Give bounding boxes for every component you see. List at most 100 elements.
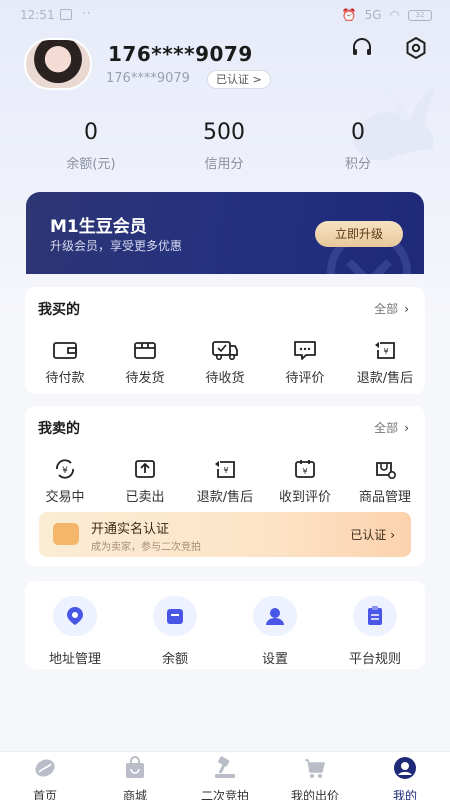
app-indicator-icon [60,9,72,20]
gavel-icon [215,756,235,778]
wifi-icon: ◠ [389,8,400,22]
tab-mine[interactable]: 我的 [360,756,450,800]
sell-item-label: 收到评价 [278,490,331,505]
stat-label: 信用分 [204,157,244,172]
signal-icon: 5G [364,8,382,22]
chevron-right-icon: › [404,302,409,316]
vip-subtitle: 升级会员，享受更多优惠 [50,239,183,253]
all-label: 全部 [374,302,399,316]
sell-all-link[interactable]: 全部 › [374,419,409,436]
sell-item-product-management[interactable]: 商品管理 [345,458,425,505]
status-bar: 12:51 ·· ⏰ 5G ◠ 32 [0,0,450,30]
svg-text:¥: ¥ [223,466,228,475]
sell-item-label: 商品管理 [358,490,411,505]
svg-text:¥: ¥ [62,466,68,476]
buy-item-label: 待评价 [285,371,325,386]
tab-label: 首页 [32,789,57,800]
sell-item-refund[interactable]: ¥ 退款/售后 [185,458,265,505]
sell-item-reviews[interactable]: ¥ 收到评价 [265,458,345,505]
avatar[interactable] [24,38,92,90]
wallet-icon [153,596,197,636]
location-icon [53,596,97,636]
upload-box-icon [135,460,155,478]
buy-item-pending-review[interactable]: 待评价 [265,339,345,386]
realname-verification-banner[interactable]: 开通实名认证 成为卖家，参与二次竞拍 已认证 › [39,512,411,557]
sell-item-label: 退款/售后 [196,490,254,505]
buy-item-label: 待收货 [205,371,245,386]
svg-text:¥: ¥ [302,467,307,476]
tab-label: 我的出价 [290,789,339,800]
stat-value: 500 [203,120,245,145]
tab-mall[interactable]: 商城 [90,756,180,800]
sell-item-label: 交易中 [45,490,85,505]
buy-item-label: 退款/售后 [356,371,414,386]
tool-label: 设置 [261,652,288,667]
bottom-tab-bar: 首页 商城 二次竞拍 我的出价 我的 [0,751,450,800]
status-dots: ·· [82,6,92,20]
truck-icon [212,341,238,361]
tab-home[interactable]: 首页 [0,756,90,800]
settings-icon[interactable] [404,36,428,60]
buy-item-pending-shipment[interactable]: 待发货 [105,339,185,386]
chevron-right-icon: › [404,421,409,435]
realname-status: 已认证 › [350,526,395,543]
buy-all-link[interactable]: 全部 › [374,300,409,317]
stat-credit[interactable]: 500 信用分 [179,120,269,172]
tool-settings[interactable]: 设置 [230,596,320,667]
buy-item-label: 待付款 [45,371,85,386]
sell-item-label: 已卖出 [125,490,165,505]
tools-card: 地址管理 余额 设置 平台规则 [25,581,425,669]
refund-icon: ¥ [375,342,395,359]
verified-badge[interactable]: 已认证 > [207,70,271,89]
vip-title: M1生豆会员 [50,217,147,237]
tool-platform-rules[interactable]: 平台规则 [330,596,420,667]
buy-orders-card: 我买的 全部 › 待付款 待发货 待收货 待评价 ¥ 退款/售后 [25,287,425,394]
system-icons: ⏰ 5G ◠ 32 [342,8,432,22]
stat-label: 余额(元) [66,157,116,172]
profile-icon [394,757,416,779]
sell-orders-card: 我卖的 全部 › ¥ 交易中 已卖出 ¥ 退款/售后 ¥ 收到评价 商品管理 开通… [25,406,425,566]
stat-balance[interactable]: 0 余额(元) [46,120,136,172]
bag-settings-icon [376,462,396,480]
stat-label: 积分 [344,157,371,172]
card-title: 我卖的 [38,421,80,437]
headset-icon[interactable] [350,36,374,60]
user-settings-icon [253,596,297,636]
card-title: 我买的 [38,302,80,318]
box-icon [134,342,156,359]
sell-item-sold[interactable]: 已卖出 [105,458,185,505]
sell-item-trading[interactable]: ¥ 交易中 [25,458,105,505]
tab-label: 我的 [392,789,417,800]
stat-value: 0 [84,120,98,145]
svg-text:¥: ¥ [383,347,388,356]
battery-icon: 32 [408,9,432,21]
buy-item-refund[interactable]: ¥ 退款/售后 [345,339,425,386]
id-card-icon [53,523,79,545]
cart-icon [305,759,325,778]
stat-points[interactable]: 0 积分 [313,120,403,172]
yen-cycle-icon: ¥ [56,459,74,479]
tool-label: 平台规则 [348,652,401,667]
tool-label: 余额 [161,652,188,667]
tab-my-bids[interactable]: 我的出价 [270,756,360,800]
phone-number: 176****9079 [106,71,190,86]
wallet-icon [53,342,77,359]
tab-auction[interactable]: 二次竞拍 [180,756,270,800]
tool-address[interactable]: 地址管理 [30,596,120,667]
status-time: 12:51 [20,8,55,22]
alarm-icon: ⏰ [341,8,357,22]
upgrade-button[interactable]: 立即升级 [315,221,403,247]
vip-banner[interactable]: M1生豆会员 升级会员，享受更多优惠 立即升级 [26,192,424,274]
comment-icon [294,341,316,360]
buy-item-pending-receipt[interactable]: 待收货 [185,339,265,386]
yen-calendar-icon: ¥ [295,460,315,478]
shopping-bag-icon [126,756,144,778]
username: 176****9079 [108,42,253,66]
bean-icon [35,759,55,777]
all-label: 全部 [374,421,399,435]
clipboard-icon [353,596,397,636]
tool-balance[interactable]: 余额 [130,596,220,667]
buy-item-pending-payment[interactable]: 待付款 [25,339,105,386]
tab-label: 二次竞拍 [200,789,249,800]
tab-label: 商城 [122,789,147,800]
